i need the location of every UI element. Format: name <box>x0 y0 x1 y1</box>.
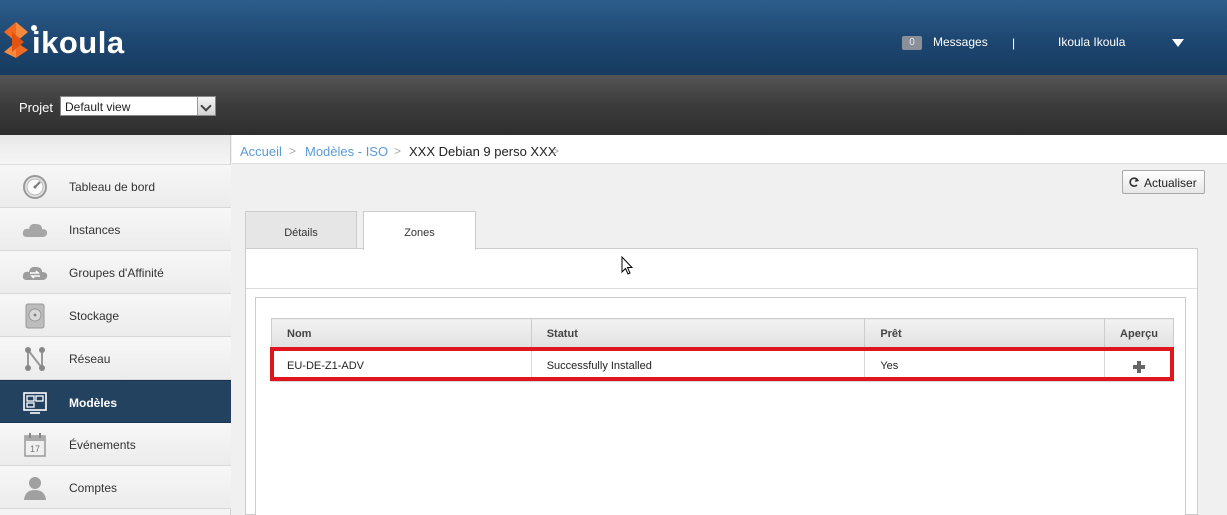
project-label: Projet <box>19 100 53 115</box>
disk-icon <box>25 303 45 329</box>
project-select[interactable]: Default view <box>60 96 216 116</box>
app-header: ikoula 0 Messages | Ikoula Ikoula <box>0 0 1227 75</box>
zones-container: Nom Statut Prêt Aperçu EU-DE-Z1-ADV Succ… <box>255 297 1186 515</box>
sidebar-item-network[interactable]: Réseau <box>0 337 231 380</box>
refresh-button-label: Actualiser <box>1144 176 1197 190</box>
sidebar: Tableau de bord Instances Groupes d'Affi… <box>0 135 231 515</box>
cell-ready: Yes <box>864 349 1106 382</box>
mouse-cursor-icon <box>621 256 634 275</box>
breadcrumb-separator: > <box>289 144 297 158</box>
project-select-value: Default view <box>65 100 131 114</box>
network-icon <box>25 347 45 371</box>
refresh-button[interactable]: Actualiser <box>1122 170 1205 194</box>
sidebar-top-spacer <box>0 135 230 165</box>
breadcrumb-separator: > <box>394 144 402 158</box>
sidebar-item-label: Comptes <box>69 481 118 495</box>
breadcrumb-templates-iso[interactable]: Modèles - ISO <box>305 144 388 159</box>
affinity-cloud-icon <box>22 266 48 280</box>
user-menu-caret-icon[interactable] <box>1172 39 1184 47</box>
sidebar-item-label: Tableau de bord <box>69 180 156 194</box>
column-header-preview: Aperçu <box>1104 318 1174 350</box>
tab-label: Zones <box>404 227 435 239</box>
breadcrumb-separator: > <box>552 144 560 158</box>
cell-status: Successfully Installed <box>530 349 866 382</box>
sidebar-item-affinity-groups[interactable]: Groupes d'Affinité <box>0 251 231 294</box>
user-menu-name[interactable]: Ikoula Ikoula <box>1058 35 1125 49</box>
plus-icon[interactable] <box>1133 361 1145 373</box>
sidebar-item-label: Instances <box>69 223 121 237</box>
templates-icon <box>23 392 47 414</box>
column-header-ready[interactable]: Prêt <box>864 318 1106 350</box>
sidebar-item-accounts[interactable]: Comptes <box>0 466 231 509</box>
sidebar-item-templates[interactable]: Modèles <box>0 380 231 423</box>
tab-zones[interactable]: Zones <box>363 211 476 250</box>
breadcrumb: Accueil > Modèles - ISO > XXX Debian 9 p… <box>232 135 1227 164</box>
chevron-down-icon[interactable] <box>197 97 215 115</box>
cell-name: EU-DE-Z1-ADV <box>271 349 532 382</box>
messages-count-badge[interactable]: 0 <box>902 36 922 50</box>
sidebar-item-dashboard[interactable]: Tableau de bord <box>0 165 231 208</box>
cloud-icon <box>22 223 48 237</box>
header-separator: | <box>1012 36 1016 50</box>
tab-label: Détails <box>284 227 318 239</box>
column-header-name[interactable]: Nom <box>271 318 532 350</box>
dashboard-gauge-icon <box>23 175 47 199</box>
refresh-icon <box>1129 177 1139 187</box>
ikoula-logo[interactable]: ikoula <box>2 14 125 64</box>
sidebar-item-instances[interactable]: Instances <box>0 208 231 251</box>
sidebar-item-label: Événements <box>69 438 136 452</box>
sidebar-item-label: Stockage <box>69 309 120 323</box>
sidebar-item-label: Réseau <box>69 352 111 366</box>
sidebar-item-events[interactable]: 17 Événements <box>0 423 231 466</box>
panel-header-band <box>246 249 1197 289</box>
table-header-row: Nom Statut Prêt Aperçu <box>271 318 1174 350</box>
main-content: Accueil > Modèles - ISO > XXX Debian 9 p… <box>232 135 1227 515</box>
sidebar-item-label: Modèles <box>69 396 118 410</box>
sidebar-item-storage[interactable]: Stockage <box>0 294 231 337</box>
fish-logo-icon <box>4 22 37 58</box>
cell-preview <box>1104 349 1174 382</box>
sidebar-item-label: Groupes d'Affinité <box>69 266 164 280</box>
svg-text:17: 17 <box>30 444 40 454</box>
zones-table: Nom Statut Prêt Aperçu EU-DE-Z1-ADV Succ… <box>271 318 1174 382</box>
logo-text: ikoula <box>32 25 125 60</box>
user-icon <box>24 477 46 500</box>
messages-link[interactable]: Messages <box>933 35 988 49</box>
tab-panel: Nom Statut Prêt Aperçu EU-DE-Z1-ADV Succ… <box>245 248 1198 515</box>
breadcrumb-current: XXX Debian 9 perso XXX <box>409 144 557 159</box>
column-header-status[interactable]: Statut <box>530 318 866 350</box>
calendar-icon: 17 <box>24 433 46 457</box>
table-row[interactable]: EU-DE-Z1-ADV Successfully Installed Yes <box>271 349 1174 382</box>
breadcrumb-home[interactable]: Accueil <box>240 144 282 159</box>
tab-details[interactable]: Détails <box>245 211 357 249</box>
